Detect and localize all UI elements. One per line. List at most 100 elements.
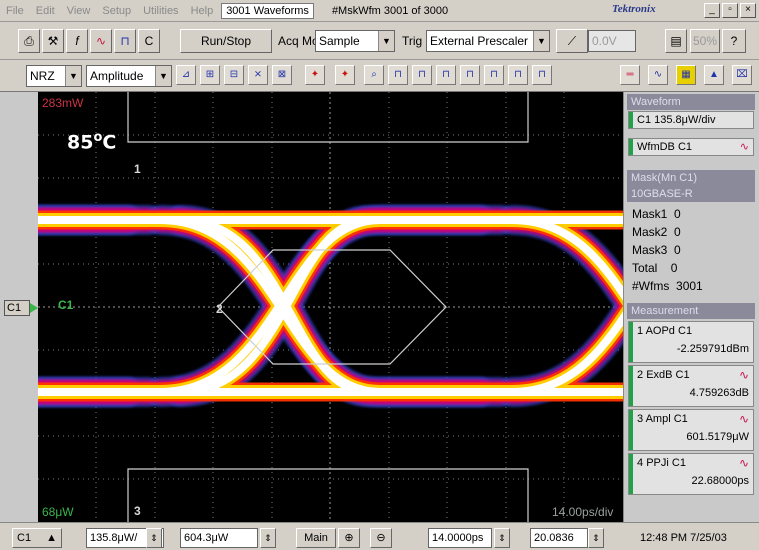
- pattern-select[interactable]: NRZ ▼: [26, 65, 82, 87]
- layout-icon[interactable]: ▤: [665, 29, 687, 53]
- vertical-scale-spinner[interactable]: ⇕: [146, 528, 162, 548]
- mask3-row: Mask3 0: [632, 242, 681, 258]
- meas-tool-icon-2[interactable]: ⊞: [200, 65, 220, 85]
- pulse-icon[interactable]: ⊓: [114, 29, 136, 53]
- acq-mode-select[interactable]: Sample ▼: [315, 30, 395, 52]
- measurement-2-title: 2 ExdB C1: [637, 369, 690, 381]
- pulse-meas-icon-1[interactable]: ⊓: [388, 65, 408, 85]
- pulse-meas-icon-7[interactable]: ⊓: [532, 65, 552, 85]
- eye-trace-layer0-seg2: [38, 376, 143, 407]
- print-icon[interactable]: ⎙: [18, 29, 40, 53]
- eye-trace-layer1-seg7: [38, 208, 160, 232]
- measurement-1[interactable]: 1 AOPd C1 -2.259791dBm: [628, 321, 754, 363]
- wfmdb-item[interactable]: WfmDB C1 ∿: [628, 138, 754, 156]
- trigger-slope-icon[interactable]: ⟋: [556, 29, 588, 53]
- channel-select-button[interactable]: C1 ▲: [12, 528, 62, 548]
- measurement-1-index: 1: [637, 325, 644, 337]
- waveform-icon[interactable]: ∿: [90, 29, 112, 53]
- tools-icon[interactable]: ⚒: [42, 29, 64, 53]
- measurement-3-source: C1: [673, 413, 688, 425]
- menu-utilities[interactable]: Utilities: [137, 5, 184, 17]
- meas-tool-icon-5[interactable]: ⊠: [272, 65, 292, 85]
- measurement-3-waveform-icon: ∿: [738, 412, 749, 426]
- eye-trace-layer3-seg7: [38, 213, 155, 227]
- mask-waveform-count: #MskWfm 3001 of 3000: [331, 4, 449, 17]
- menu-edit[interactable]: Edit: [30, 5, 61, 17]
- eye-trace-layer4-seg3: [38, 215, 132, 224]
- mask-view-icon[interactable]: ▦: [676, 65, 696, 85]
- eye-trace-layer3-seg2: [38, 384, 135, 399]
- horizontal-scale-field[interactable]: 14.0000ps: [428, 528, 492, 548]
- vertical-offset-field[interactable]: 604.3μW: [180, 528, 258, 548]
- eye-view-icon[interactable]: ⌧: [732, 65, 752, 85]
- pulse-meas-icon-5[interactable]: ⊓: [484, 65, 504, 85]
- meas-tool-icon-3[interactable]: ⊟: [224, 65, 244, 85]
- measurement-4[interactable]: 4 PPJi C1 ∿ 22.68000ps: [628, 453, 754, 495]
- meas-tool-icon-4[interactable]: ⨯: [248, 65, 268, 85]
- measurement-3[interactable]: 3 Ampl C1 ∿ 601.5179μW: [628, 409, 754, 451]
- meas-tool-icon-1[interactable]: ⊿: [176, 65, 196, 85]
- pulse-meas-icon-2[interactable]: ⊓: [412, 65, 432, 85]
- trigger-level-field[interactable]: 0.0V: [588, 30, 636, 52]
- menu-help[interactable]: Help: [185, 5, 220, 17]
- mask2-label: Mask2: [632, 225, 668, 239]
- eye-trace-layer0-seg3: [38, 204, 143, 235]
- top-power-readout: 283mW: [42, 96, 84, 110]
- jitter-icon-2[interactable]: ✦: [335, 65, 355, 85]
- eye-trace-layer2-seg7: [38, 210, 158, 230]
- total-value: 0: [670, 261, 678, 275]
- mask3-value: 0: [674, 243, 681, 257]
- horizontal-position-field[interactable]: 20.0836: [530, 528, 588, 548]
- main-timebase-button[interactable]: Main: [296, 528, 336, 548]
- c-button[interactable]: C: [138, 29, 160, 53]
- menu-view[interactable]: View: [61, 5, 97, 17]
- mask3-label: Mask3: [632, 243, 668, 257]
- minimize-button[interactable]: _: [704, 3, 720, 18]
- eye-diagram: [38, 92, 623, 522]
- mask-region-1-label: 1: [134, 162, 141, 176]
- waveform-view-icon[interactable]: ═: [620, 65, 640, 85]
- channel-position-marker[interactable]: C1: [4, 300, 38, 316]
- measurement-value: Amplitude: [90, 69, 144, 83]
- waveform-header: Waveform: [627, 94, 755, 110]
- waveform-display[interactable]: 283mW 1 2 3 C1 68μW 14.00ps/div: [38, 92, 623, 522]
- measurement-2-waveform-icon: ∿: [738, 368, 749, 382]
- pulse-meas-icon-6[interactable]: ⊓: [508, 65, 528, 85]
- jitter-icon-1[interactable]: ✦: [305, 65, 325, 85]
- menu-setup[interactable]: Setup: [96, 5, 137, 17]
- menu-file[interactable]: File: [0, 5, 30, 17]
- waveform-scale-item[interactable]: C1 135.8μW/div: [628, 111, 754, 129]
- run-stop-button[interactable]: Run/Stop: [180, 29, 272, 53]
- status-bar: C1 ▲ 135.8μW/ ⇕ 604.3μW ⇕ Main ⊕ ⊖ 14.00…: [0, 522, 759, 550]
- measurement-1-source: C1: [678, 325, 693, 337]
- function-icon[interactable]: f: [66, 29, 88, 53]
- wfmdb-label: WfmDB C1: [637, 141, 692, 153]
- zoom-in-icon[interactable]: ⊕: [338, 528, 360, 548]
- horizontal-position-spinner[interactable]: ⇕: [588, 528, 604, 548]
- meas-tool-icon-6[interactable]: ⌕: [364, 65, 384, 85]
- trig-source-select[interactable]: External Prescaler ▼: [426, 30, 550, 52]
- pulse-meas-icon-4[interactable]: ⊓: [460, 65, 480, 85]
- pulse-view-icon[interactable]: ∿: [648, 65, 668, 85]
- horizontal-scale-spinner[interactable]: ⇕: [494, 528, 510, 548]
- eye-trace-layer3-seg3: [38, 212, 135, 227]
- measurement-3-index: 3: [637, 413, 644, 425]
- measurement-4-index: 4: [637, 457, 644, 469]
- eye-trace-layer4-seg6: [38, 388, 152, 396]
- close-button[interactable]: ×: [740, 3, 756, 18]
- histogram-view-icon[interactable]: ▲: [704, 65, 724, 85]
- zoom-out-icon[interactable]: ⊖: [370, 528, 392, 548]
- vertical-offset-spinner[interactable]: ⇕: [260, 528, 276, 548]
- eye-trace-layer1-seg2: [38, 379, 140, 404]
- brand-logo: Tektronix: [612, 3, 656, 15]
- measurement-1-value: -2.259791dBm: [676, 343, 749, 355]
- measurement-select[interactable]: Amplitude ▼: [86, 65, 172, 87]
- pulse-meas-icon-3[interactable]: ⊓: [436, 65, 456, 85]
- channel-select-label: C1: [17, 532, 32, 544]
- zoom-percent[interactable]: 50%: [690, 29, 720, 53]
- measurement-4-value: 22.68000ps: [691, 475, 750, 487]
- measurement-2[interactable]: 2 ExdB C1 ∿ 4.759263dB: [628, 365, 754, 407]
- help-icon[interactable]: ?: [722, 29, 746, 53]
- mask-region-3-label: 3: [134, 504, 141, 518]
- maximize-button[interactable]: ▫: [722, 3, 738, 18]
